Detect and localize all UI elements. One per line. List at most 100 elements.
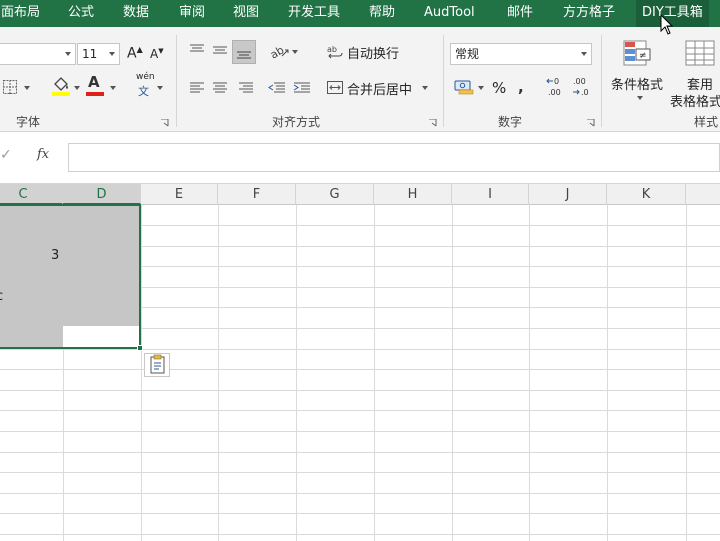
align-left-button[interactable] [189,80,205,96]
fill-handle[interactable] [137,345,143,351]
align-top-icon [190,44,204,52]
chevron-down-icon[interactable] [24,86,30,90]
number-format-value: 常规 [455,47,480,61]
ribbon: 11 A▲ A▼ A wén 文 字体 ab ab 自动换行 合并后居中 对齐方… [0,27,720,132]
paste-options-icon [150,354,165,374]
column-header-i[interactable]: I [452,184,529,205]
font-color-bar [86,92,104,96]
excel-window: 面布局 公式 数据 审阅 视图 开发工具 帮助 AudTool 邮件 方方格子 … [0,0,720,541]
borders-icon [3,80,17,94]
decrease-indent-button[interactable] [268,80,286,96]
fx-icon[interactable]: fx [37,147,49,162]
borders-button[interactable] [2,79,18,95]
tab-formulas[interactable]: 公式 [68,0,94,27]
increase-indent-button[interactable] [293,80,311,96]
percent-button[interactable]: % [492,79,506,97]
chevron-down-icon[interactable] [74,86,80,90]
dialog-launcher-icon[interactable] [161,119,169,127]
font-color-letter: A [88,73,100,91]
decrease-decimal-icon: .00.0 [573,77,589,97]
selection-border [0,204,141,349]
align-middle-icon [213,46,227,54]
svg-text:.00: .00 [548,88,561,97]
conditional-formatting-button[interactable]: ≠ 条件格式 [608,37,668,107]
align-bottom-icon [237,51,251,59]
tab-help[interactable]: 帮助 [369,0,395,27]
chevron-down-icon[interactable] [157,86,163,90]
column-header-g[interactable]: G [296,184,374,205]
tab-view[interactable]: 视图 [233,0,259,27]
alignment-group-label: 对齐方式 [272,115,321,129]
align-right-button[interactable] [238,80,254,96]
chevron-down-icon[interactable] [292,50,298,54]
cell-c-partial-text[interactable]: c [0,289,3,304]
group-separator [443,35,444,127]
tab-data[interactable]: 数据 [123,0,149,27]
chevron-down-icon[interactable] [422,86,428,90]
fill-color-button[interactable] [51,74,71,96]
format-as-table-button[interactable]: 套用 表格格式 [670,37,720,110]
chevron-down-icon [581,52,587,56]
tab-page-layout[interactable]: 面布局 [1,0,40,27]
formula-input[interactable] [68,143,720,172]
number-format-dropdown[interactable]: 常规 [450,43,592,65]
svg-text:.00: .00 [573,77,586,86]
merge-center-label: 合并后居中 [347,83,413,98]
accounting-format-button[interactable] [454,77,474,95]
column-header-f[interactable]: F [218,184,296,205]
font-name-dropdown[interactable] [0,43,76,65]
column-header-j[interactable]: J [529,184,607,205]
column-header-h[interactable]: H [374,184,452,205]
svg-text:ab: ab [269,43,286,60]
column-header-e[interactable]: E [141,184,218,205]
align-center-button[interactable] [212,80,228,96]
font-group-label: 字体 [16,115,41,129]
svg-text:≠: ≠ [639,51,647,61]
font-size-dropdown[interactable]: 11 [77,43,120,65]
align-top-button[interactable] [189,42,205,58]
conditional-formatting-icon: ≠ [623,40,651,66]
align-bottom-button[interactable] [232,40,256,64]
font-size-value: 11 [82,47,98,61]
merge-center-icon [327,81,343,94]
ribbon-tab-bar: 面布局 公式 数据 审阅 视图 开发工具 帮助 AudTool 邮件 方方格子 … [0,0,720,27]
column-header-c[interactable]: C [0,184,63,205]
column-header-row: CDEFGHIJK [0,184,720,205]
increase-font-button[interactable]: A▲ [127,45,143,62]
decrease-decimal-button[interactable]: .00.0 [572,76,592,98]
tab-audtool[interactable]: AudTool [424,0,475,27]
svg-text:ab: ab [327,45,337,54]
group-separator [176,35,177,127]
tab-fangfang[interactable]: 方方格子 [563,0,615,27]
increase-decimal-button[interactable]: 0.00 [546,76,566,98]
align-middle-button[interactable] [212,42,228,58]
tab-developer[interactable]: 开发工具 [288,0,340,27]
chevron-down-icon[interactable] [478,86,484,90]
chevron-down-icon[interactable] [110,86,116,90]
increase-decimal-icon: 0.00 [546,77,561,97]
column-header-d[interactable]: D [63,184,141,205]
text-orientation-icon: ab [269,43,289,60]
align-left-icon [190,82,204,93]
dialog-launcher-icon[interactable] [587,119,595,127]
tab-review[interactable]: 审阅 [179,0,205,27]
check-icon[interactable]: ✓ [0,147,12,163]
comma-style-button[interactable]: , [516,81,528,95]
fill-bucket-icon [52,77,70,96]
dialog-launcher-icon[interactable] [429,119,437,127]
phonetic-top-label: wén [136,72,155,82]
orientation-button[interactable]: ab [269,42,291,60]
wrap-text-icon: ab [327,45,343,59]
decrease-font-button[interactable]: A▼ [150,47,164,61]
paste-options-button[interactable] [144,353,170,377]
conditional-formatting-label: 条件格式 [611,78,664,93]
tab-mail[interactable]: 邮件 [507,0,533,27]
styles-group-label: 样式 [694,115,719,129]
chevron-down-icon [637,96,643,100]
decrease-font-label: A [150,47,159,61]
wrap-text-label: 自动换行 [347,47,400,62]
column-header-k[interactable]: K [607,184,686,205]
cell-c-value[interactable]: 3 [51,248,59,263]
format-as-table-label-2: 表格格式 [670,95,720,110]
phonetic-bottom-label: 文 [138,85,149,98]
